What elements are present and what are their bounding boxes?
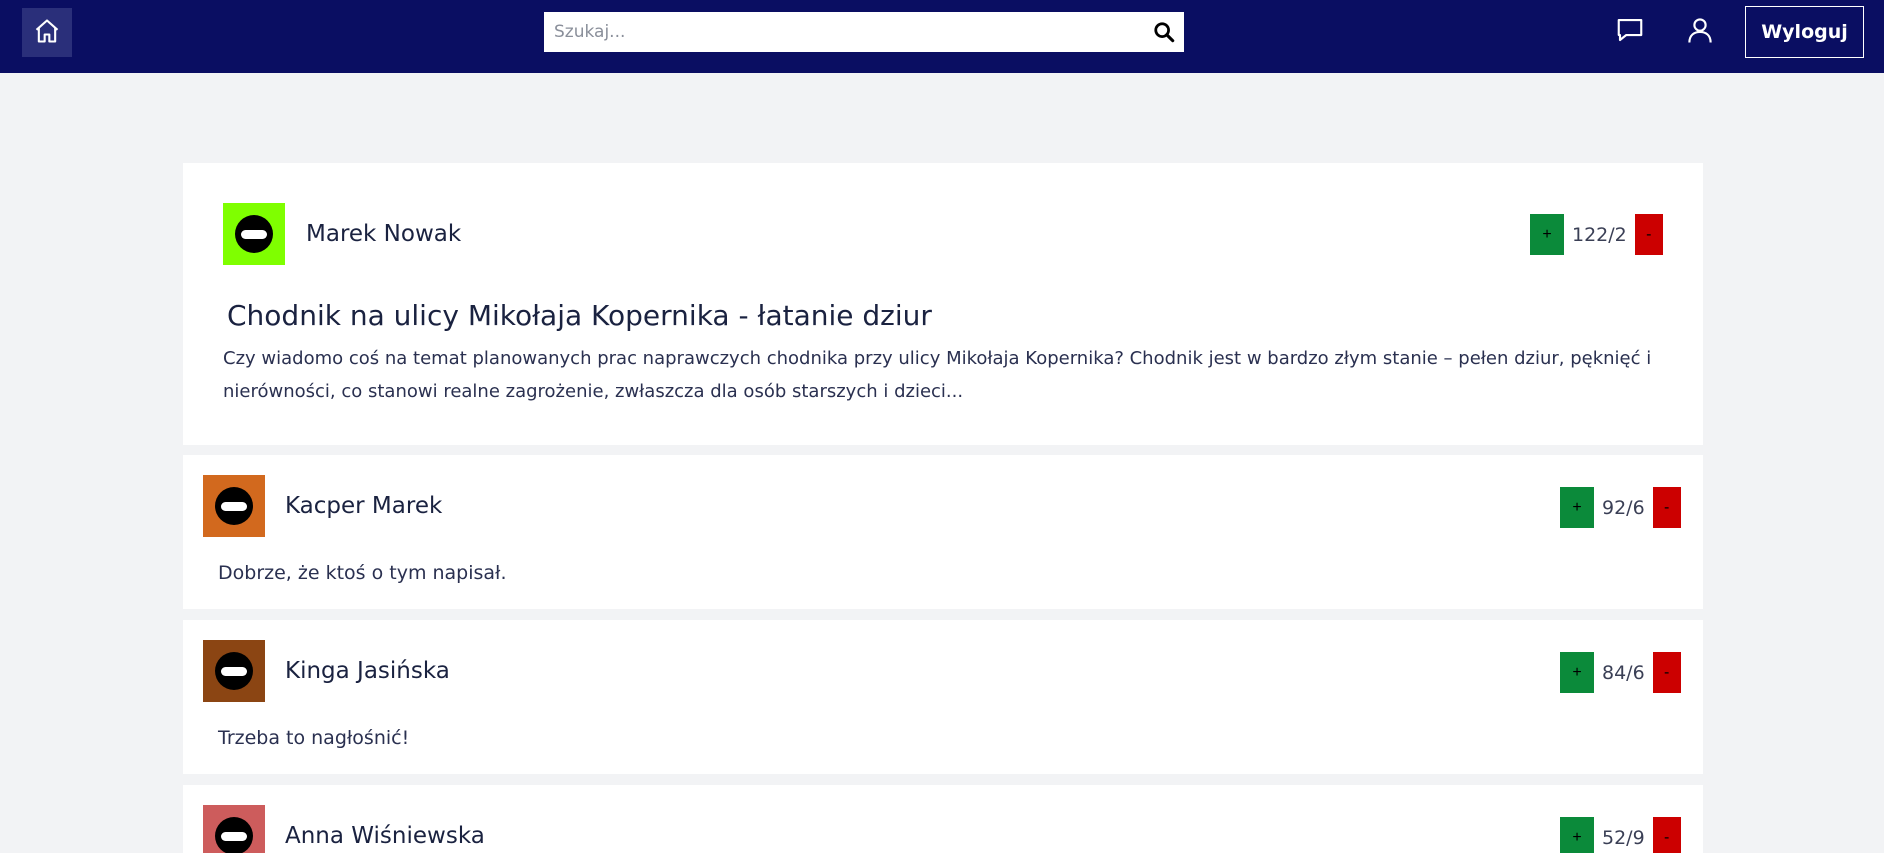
comment-card: Kinga Jasińska + 84/6 - Trzeba to nagłoś… xyxy=(183,620,1703,774)
vote-score: 52/9 xyxy=(1602,826,1645,849)
comment-vote-controls: + 92/6 - xyxy=(1560,487,1681,528)
downvote-button[interactable]: - xyxy=(1652,487,1681,528)
search-icon[interactable] xyxy=(1144,12,1184,52)
comment-vote-controls: + 52/9 - xyxy=(1560,817,1681,853)
avatar-icon xyxy=(235,215,273,253)
comment-author: Anna Wiśniewska xyxy=(285,823,485,849)
avatar-icon xyxy=(215,487,253,525)
post-author: Marek Nowak xyxy=(306,221,462,247)
upvote-button[interactable]: + xyxy=(1560,487,1594,528)
comment-card: Anna Wiśniewska + 52/9 - xyxy=(183,785,1703,853)
avatar xyxy=(203,805,265,853)
avatar xyxy=(203,640,265,702)
home-button[interactable] xyxy=(22,8,72,57)
vote-score: 92/6 xyxy=(1602,496,1645,519)
avatar-icon xyxy=(215,652,253,690)
post-title: Chodnik na ulicy Mikołaja Kopernika - ła… xyxy=(227,299,932,332)
post-body: Czy wiadomo coś na temat planowanych pra… xyxy=(223,348,1652,402)
comment-author: Kinga Jasińska xyxy=(285,658,450,684)
post-card: Marek Nowak + 122/2 - Chodnik na ulicy M… xyxy=(183,163,1703,445)
upvote-button[interactable]: + xyxy=(1560,817,1594,853)
upvote-button[interactable]: + xyxy=(1530,214,1564,255)
downvote-button[interactable]: - xyxy=(1634,214,1663,255)
search-input[interactable] xyxy=(544,12,1144,52)
vote-score: 84/6 xyxy=(1602,661,1645,684)
chat-icon xyxy=(1615,15,1645,49)
avatar-icon xyxy=(215,817,253,853)
user-icon xyxy=(1685,15,1715,49)
profile-button[interactable] xyxy=(1682,14,1718,50)
comment-text: Dobrze, że ktoś o tym napisał. xyxy=(218,562,507,584)
downvote-button[interactable]: - xyxy=(1652,652,1681,693)
downvote-button[interactable]: - xyxy=(1652,817,1681,853)
avatar xyxy=(203,475,265,537)
comment-vote-controls: + 84/6 - xyxy=(1560,652,1681,693)
post-vote-controls: + 122/2 - xyxy=(1530,214,1663,255)
home-icon xyxy=(33,17,61,49)
avatar xyxy=(223,203,285,265)
messages-button[interactable] xyxy=(1612,14,1648,50)
vote-score: 122/2 xyxy=(1572,223,1627,246)
top-navbar: Wyloguj xyxy=(0,0,1884,73)
comment-author: Kacper Marek xyxy=(285,493,443,519)
comment-text: Trzeba to nagłośnić! xyxy=(218,727,410,749)
search-bar xyxy=(544,12,1184,52)
upvote-button[interactable]: + xyxy=(1560,652,1594,693)
logout-button[interactable]: Wyloguj xyxy=(1745,6,1864,58)
comment-card: Kacper Marek + 92/6 - Dobrze, że ktoś o … xyxy=(183,455,1703,609)
